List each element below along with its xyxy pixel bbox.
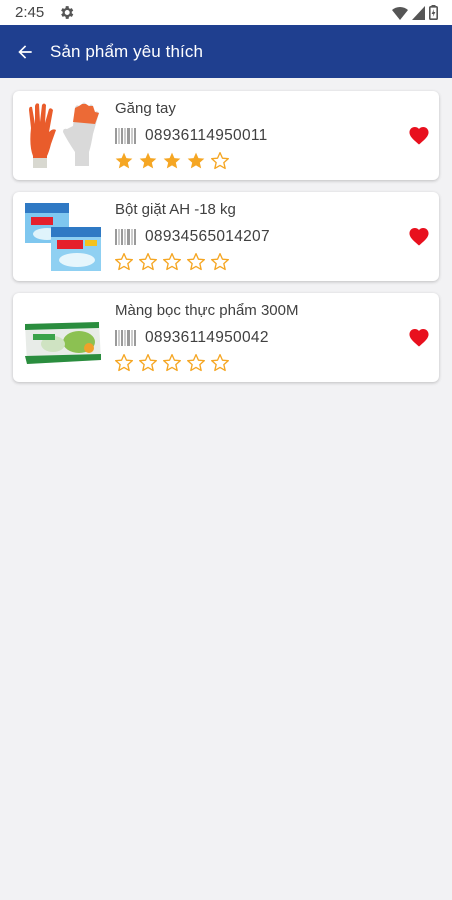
food-wrap-image	[23, 302, 103, 374]
gloves-image	[23, 100, 103, 172]
product-name: Bột giặt AH -18 kg	[115, 201, 236, 218]
heart-icon[interactable]	[408, 125, 430, 145]
star-outline-icon	[187, 354, 205, 372]
arrow-left-icon	[18, 44, 32, 59]
heart-icon[interactable]	[408, 226, 430, 246]
star-outline-icon	[115, 354, 133, 372]
star-outline-icon	[211, 253, 229, 271]
product-card[interactable]: Găng tay 08936114950011	[13, 91, 439, 180]
star-outline-icon	[163, 354, 181, 372]
product-card[interactable]: Bột giặt AH -18 kg 08934565014207	[13, 192, 439, 281]
settings-gear-icon	[61, 6, 74, 19]
rating-stars	[114, 252, 230, 272]
product-barcode: 08934565014207	[145, 228, 270, 245]
status-bar: 2:45	[0, 0, 452, 25]
barcode-row: 08934565014207	[115, 228, 270, 246]
app-bar: Sản phẩm yêu thích	[0, 25, 452, 78]
page-title: Sản phẩm yêu thích	[50, 41, 204, 61]
star-filled-icon	[163, 152, 181, 169]
rating-stars	[114, 151, 230, 171]
barcode-row: 08936114950042	[115, 329, 269, 347]
star-outline-icon	[187, 253, 205, 271]
star-outline-icon	[139, 354, 157, 372]
star-filled-icon	[139, 152, 157, 169]
product-name: Găng tay	[115, 100, 176, 117]
product-card[interactable]: Màng bọc thực phẩm 300M 08936114950042	[13, 293, 439, 382]
star-outline-icon	[139, 253, 157, 271]
star-outline-icon	[211, 152, 229, 170]
signal-icon	[412, 5, 425, 20]
battery-icon	[429, 5, 438, 20]
barcode-icon	[115, 229, 136, 245]
status-time: 2:45	[15, 4, 45, 21]
wifi-icon	[392, 6, 408, 20]
star-filled-icon	[115, 152, 133, 169]
status-icons	[392, 5, 438, 20]
detergent-image	[23, 201, 103, 273]
star-outline-icon	[115, 253, 133, 271]
barcode-icon	[115, 128, 136, 144]
barcode-row: 08936114950011	[115, 127, 268, 145]
product-barcode: 08936114950011	[145, 127, 268, 144]
star-filled-icon	[187, 152, 205, 169]
star-outline-icon	[163, 253, 181, 271]
barcode-icon	[115, 330, 136, 346]
rating-stars	[114, 353, 230, 373]
back-button[interactable]	[0, 25, 50, 78]
product-barcode: 08936114950042	[145, 329, 269, 346]
heart-icon[interactable]	[408, 327, 430, 347]
product-name: Màng bọc thực phẩm 300M	[115, 302, 299, 319]
star-outline-icon	[211, 354, 229, 372]
